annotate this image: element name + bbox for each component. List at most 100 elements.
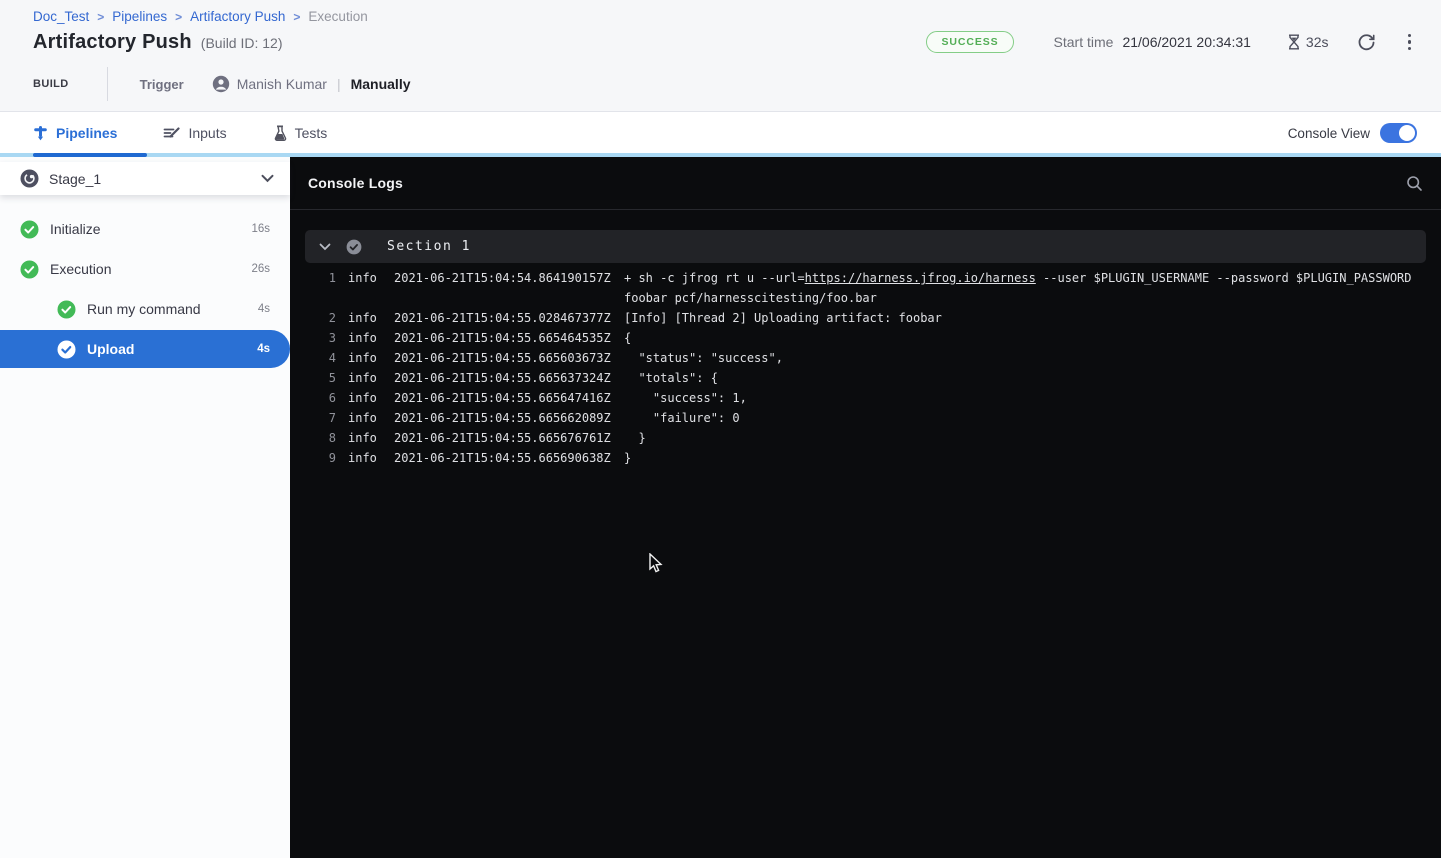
divider: | (337, 76, 341, 92)
duration-text: 32s (1306, 34, 1329, 50)
success-check-icon (57, 300, 76, 319)
log-line: 6 info 2021-06-21T15:04:55.665647416Z "s… (290, 388, 1441, 408)
duration: 32s (1287, 34, 1329, 50)
chevron-down-icon[interactable] (319, 243, 331, 251)
log-message: } (624, 428, 1433, 448)
log-line-number: 2 (316, 308, 336, 328)
success-check-icon (20, 220, 39, 239)
execution-sidebar: Stage_1 Initialize 16s Execution 26s Run… (0, 157, 290, 858)
log-timestamp: 2021-06-21T15:04:55.665647416Z (394, 388, 624, 408)
breadcrumb: Doc_Test > Pipelines > Artifactory Push … (33, 9, 368, 24)
step-initialize[interactable]: Initialize 16s (0, 209, 290, 249)
step-upload-selected[interactable]: Upload 4s (0, 330, 290, 368)
tests-icon (273, 125, 287, 141)
step-label: Run my command (87, 301, 201, 317)
log-line-number: 6 (316, 388, 336, 408)
build-info-row: BUILD Trigger Manish Kumar | Manually (33, 68, 411, 100)
breadcrumb-separator: > (97, 10, 104, 24)
log-message: } (624, 448, 1433, 468)
breadcrumb-project[interactable]: Doc_Test (33, 9, 89, 24)
title-row: Artifactory Push (Build ID: 12) (33, 31, 283, 54)
breadcrumb-separator: > (293, 10, 300, 24)
tab-label: Tests (295, 125, 328, 141)
console-panel: Console Logs Section 1 1 info 2021-06-21… (290, 157, 1441, 858)
step-duration: 4s (257, 343, 270, 355)
tab-pipelines[interactable]: Pipelines (33, 113, 139, 153)
stage-selector[interactable]: Stage_1 (0, 162, 290, 195)
trigger-user-name: Manish Kumar (237, 76, 327, 92)
build-id: (Build ID: 12) (201, 35, 283, 51)
log-level: info (336, 448, 394, 468)
log-line-number: 9 (316, 448, 336, 468)
chevron-down-icon (261, 174, 274, 183)
search-icon[interactable] (1406, 175, 1423, 192)
tab-label: Pipelines (56, 125, 117, 141)
step-duration: 4s (258, 303, 270, 315)
log-message: + sh -c jfrog rt u --url=https://harness… (624, 268, 1433, 308)
step-execution[interactable]: Execution 26s (0, 249, 290, 289)
log-message: "failure": 0 (624, 408, 1433, 428)
log-lines: 1 info 2021-06-21T15:04:54.864190157Z + … (290, 263, 1441, 468)
step-run-my-command[interactable]: Run my command 4s (0, 289, 290, 329)
log-line-number: 7 (316, 408, 336, 428)
step-duration: 16s (251, 223, 270, 235)
trigger-label: Trigger (140, 77, 184, 92)
log-line-number: 8 (316, 428, 336, 448)
log-line: 4 info 2021-06-21T15:04:55.665603673Z "s… (290, 348, 1441, 368)
success-check-icon (20, 260, 39, 279)
console-title: Console Logs (308, 175, 403, 191)
log-level: info (336, 268, 394, 308)
log-timestamp: 2021-06-21T15:04:55.665690638Z (394, 448, 624, 468)
log-message: [Info] [Thread 2] Uploading artifact: fo… (624, 308, 1433, 328)
log-line: 5 info 2021-06-21T15:04:55.665637324Z "t… (290, 368, 1441, 388)
trigger-type: Manually (351, 76, 411, 92)
hourglass-icon (1287, 34, 1301, 50)
log-timestamp: 2021-06-21T15:04:55.665637324Z (394, 368, 624, 388)
console-view-control: Console View (1288, 113, 1417, 153)
inputs-icon (163, 125, 180, 141)
log-timestamp: 2021-06-21T15:04:55.665662089Z (394, 408, 624, 428)
status-badge: SUCCESS (926, 31, 1013, 53)
refresh-button[interactable] (1357, 33, 1376, 52)
log-level: info (336, 368, 394, 388)
breadcrumb-pipeline-name[interactable]: Artifactory Push (190, 9, 285, 24)
log-url-link[interactable]: https://harness.jfrog.io/harness (805, 271, 1036, 285)
log-level: info (336, 428, 394, 448)
step-label: Initialize (50, 221, 101, 237)
console-view-toggle[interactable] (1380, 123, 1417, 143)
log-line: 8 info 2021-06-21T15:04:55.665676761Z } (290, 428, 1441, 448)
page-title: Artifactory Push (33, 31, 192, 54)
step-duration: 26s (251, 263, 270, 275)
page-header: Doc_Test > Pipelines > Artifactory Push … (0, 0, 1441, 112)
tab-inputs[interactable]: Inputs (163, 113, 248, 153)
trigger-user: Manish Kumar (212, 75, 327, 93)
log-line-number: 3 (316, 328, 336, 348)
log-section-header[interactable]: Section 1 (305, 230, 1426, 263)
section-success-icon (346, 239, 362, 255)
log-level: info (336, 348, 394, 368)
divider (107, 67, 108, 101)
step-list: Initialize 16s Execution 26s Run my comm… (0, 195, 290, 368)
console-view-label: Console View (1288, 126, 1370, 141)
log-level: info (336, 328, 394, 348)
log-line: 3 info 2021-06-21T15:04:55.665464535Z { (290, 328, 1441, 348)
breadcrumb-current: Execution (308, 9, 367, 24)
avatar-icon (212, 75, 230, 93)
breadcrumb-pipelines[interactable]: Pipelines (112, 9, 167, 24)
header-actions: SUCCESS Start time 21/06/2021 20:34:31 3… (926, 31, 1415, 53)
log-line: 7 info 2021-06-21T15:04:55.665662089Z "f… (290, 408, 1441, 428)
breadcrumb-separator: > (175, 10, 182, 24)
more-options-button[interactable] (1404, 32, 1416, 53)
log-level: info (336, 408, 394, 428)
log-message-text: + sh -c jfrog rt u --url= (624, 271, 805, 285)
log-line-number: 4 (316, 348, 336, 368)
tab-bar: Pipelines Inputs Tests Console View (0, 113, 1441, 157)
log-timestamp: 2021-06-21T15:04:55.665676761Z (394, 428, 624, 448)
start-time-label: Start time (1054, 34, 1114, 50)
log-timestamp: 2021-06-21T15:04:54.864190157Z (394, 268, 624, 308)
tab-tests[interactable]: Tests (273, 113, 350, 153)
log-level: info (336, 388, 394, 408)
log-message: "success": 1, (624, 388, 1433, 408)
log-line: 1 info 2021-06-21T15:04:54.864190157Z + … (290, 268, 1441, 308)
log-timestamp: 2021-06-21T15:04:55.028467377Z (394, 308, 624, 328)
